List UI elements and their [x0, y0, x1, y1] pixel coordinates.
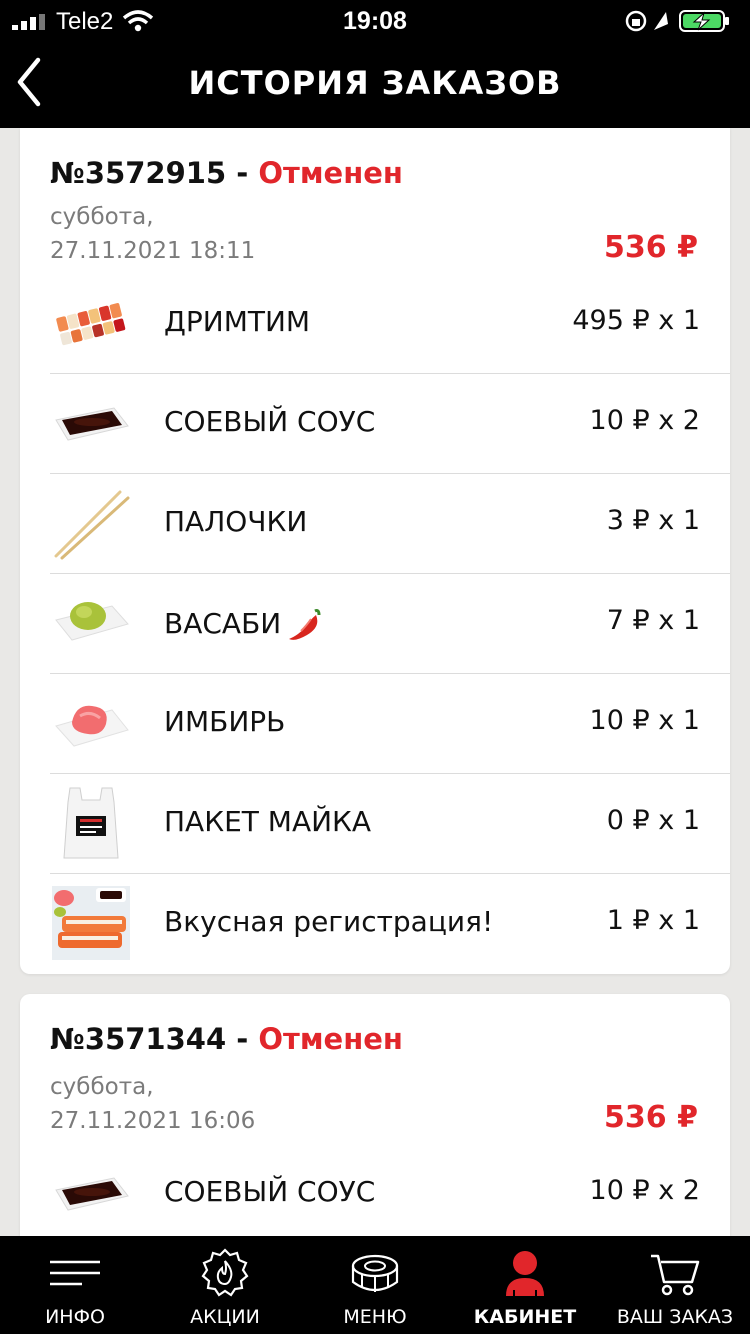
order-number: №3571344	[50, 1022, 227, 1056]
order-item: ВАСАБИ 7 ₽ x 1	[50, 574, 730, 674]
item-name: ИМБИРЬ	[164, 705, 286, 738]
item-price: 495 ₽ x 1	[572, 305, 700, 336]
order-datetime: 27.11.2021 16:06	[50, 1108, 256, 1134]
item-name: СОЕВЫЙ СОУС	[164, 1175, 376, 1208]
order-status: Отменен	[258, 156, 403, 190]
order-number: №3572915	[50, 156, 227, 190]
item-name: ДРИМТИМ	[164, 305, 311, 338]
item-name-text: ВАСАБИ	[164, 607, 282, 640]
tab-label: МЕНЮ	[343, 1306, 407, 1328]
tab-cabinet[interactable]: КАБИНЕТ	[450, 1236, 600, 1334]
item-price: 0 ₽ x 1	[606, 805, 700, 836]
item-name: ВАСАБИ	[164, 605, 325, 645]
item-price: 7 ₽ x 1	[606, 605, 700, 636]
chili-pepper-icon	[289, 609, 321, 640]
order-card[interactable]: №3572915 - Отменен суббота, 27.11.2021 1…	[20, 128, 730, 974]
wasabi-image	[55, 602, 129, 641]
page-title: ИСТОРИЯ ЗАКАЗОВ	[188, 64, 562, 102]
order-item: ПАКЕТ МАЙКА 0 ₽ x 1	[50, 774, 730, 874]
item-price: 10 ₽ x 2	[589, 1175, 700, 1206]
tab-label: ВАШ ЗАКАЗ	[616, 1306, 734, 1328]
order-item: СОЕВЫЙ СОУС 10 ₽ x 2	[50, 374, 730, 474]
order-header: №3571344 - Отменен	[50, 1022, 403, 1056]
order-total: 536 ₽	[604, 230, 698, 265]
item-name: ПАЛОЧКИ	[164, 505, 308, 538]
item-price: 10 ₽ x 1	[589, 705, 700, 736]
order-header: №3572915 - Отменен	[50, 156, 403, 190]
tab-promotions[interactable]: АКЦИИ	[150, 1236, 300, 1334]
order-item: СОЕВЫЙ СОУС 10 ₽ x 2	[50, 1144, 730, 1236]
order-datetime: 27.11.2021 18:11	[50, 238, 256, 264]
ginger-image	[55, 705, 129, 747]
orders-list[interactable]: №3572915 - Отменен суббота, 27.11.2021 1…	[0, 128, 750, 1236]
order-status: Отменен	[258, 1022, 403, 1056]
sushi-icon	[351, 1254, 399, 1292]
flame-badge-icon	[201, 1248, 249, 1297]
order-total: 536 ₽	[604, 1100, 698, 1135]
item-price: 10 ₽ x 2	[589, 405, 700, 436]
order-day: суббота,	[50, 1074, 154, 1100]
order-separator: -	[226, 1022, 259, 1056]
sushi-set-image	[56, 303, 126, 346]
tab-label: ИНФО	[45, 1306, 105, 1328]
tab-label: КАБИНЕТ	[473, 1306, 577, 1328]
soy-sauce-image	[55, 407, 129, 441]
order-separator: -	[226, 156, 259, 190]
item-price: 3 ₽ x 1	[606, 505, 700, 536]
menu-lines-icon	[50, 1260, 100, 1286]
order-item: ДРИМТИМ 495 ₽ x 1	[50, 274, 730, 374]
status-bar: Tele2 19:08	[0, 0, 750, 42]
rolls-image	[52, 886, 130, 960]
chopsticks-image	[54, 490, 130, 560]
order-day: суббота,	[50, 204, 154, 230]
nav-bar: ИСТОРИЯ ЗАКАЗОВ	[0, 42, 750, 128]
tab-cart[interactable]: ВАШ ЗАКАЗ	[600, 1236, 750, 1334]
tab-label: АКЦИИ	[190, 1306, 260, 1328]
item-name: Вкусная регистрация!	[164, 905, 494, 938]
order-item: ПАЛОЧКИ 3 ₽ x 1	[50, 474, 730, 574]
battery-icon	[625, 10, 729, 32]
tab-menu[interactable]: МЕНЮ	[300, 1236, 450, 1334]
order-item: ИМБИРЬ 10 ₽ x 1	[50, 674, 730, 774]
top-bar: Tele2 19:08 ИСТОРИЯ ЗАКАЗОВ	[0, 0, 750, 128]
order-card[interactable]: №3571344 - Отменен суббота, 27.11.2021 1…	[20, 994, 730, 1236]
bag-image	[63, 787, 119, 859]
item-name: СОЕВЫЙ СОУС	[164, 405, 376, 438]
cart-icon	[651, 1254, 700, 1296]
tab-bar: ИНФО АКЦИИ МЕНЮ КАБИНЕТ ВАШ ЗАКАЗ	[0, 1236, 750, 1334]
item-name: ПАКЕТ МАЙКА	[164, 805, 372, 838]
tab-info[interactable]: ИНФО	[0, 1236, 150, 1334]
order-item: Вкусная регистрация! 1 ₽ x 1	[50, 874, 730, 974]
user-icon	[506, 1251, 544, 1296]
item-price: 1 ₽ x 1	[606, 905, 700, 936]
soy-sauce-image	[55, 1177, 129, 1211]
